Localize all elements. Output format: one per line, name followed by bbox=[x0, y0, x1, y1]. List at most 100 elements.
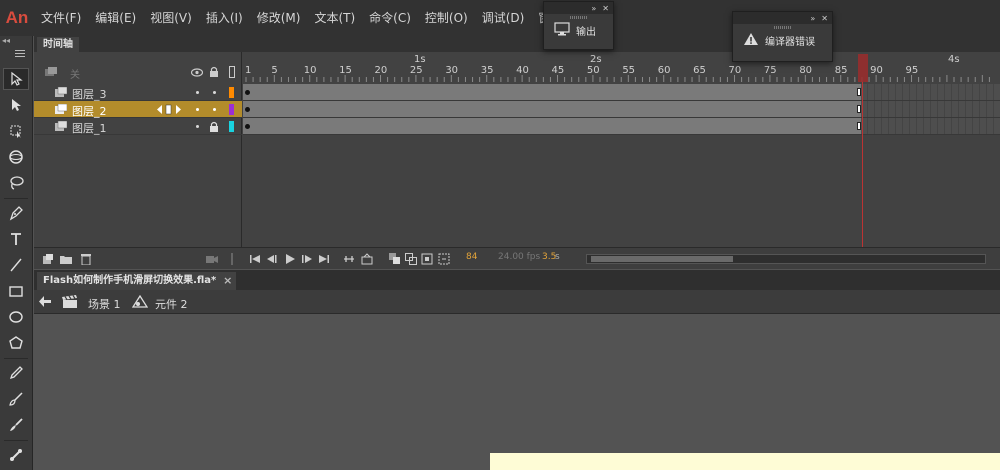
bone-tool-icon[interactable] bbox=[3, 444, 29, 466]
frame-span[interactable] bbox=[243, 84, 861, 100]
play-icon[interactable] bbox=[284, 253, 296, 265]
output-panel-header[interactable]: » ✕ bbox=[544, 2, 613, 14]
span-end-frame[interactable] bbox=[857, 122, 861, 130]
layer-color-swatch[interactable] bbox=[229, 121, 234, 132]
step-forward-icon[interactable] bbox=[301, 253, 313, 265]
layer-color-swatch[interactable] bbox=[229, 104, 234, 115]
layer-row[interactable]: 图层_3 bbox=[34, 84, 242, 101]
empty-frames[interactable] bbox=[861, 84, 1000, 100]
keyframe[interactable] bbox=[245, 107, 250, 112]
stage-canvas[interactable] bbox=[490, 453, 1000, 470]
layer-row[interactable]: 图层_1 bbox=[34, 118, 242, 135]
layer-row-selected[interactable]: 图层_2 bbox=[34, 101, 242, 118]
loop-icon[interactable] bbox=[343, 253, 355, 265]
frame-span[interactable] bbox=[243, 101, 861, 117]
modify-markers-icon[interactable] bbox=[438, 253, 450, 265]
back-arrow-icon[interactable] bbox=[39, 296, 51, 310]
polystar-tool-icon[interactable] bbox=[3, 332, 29, 354]
layer-name[interactable]: 图层_3 bbox=[72, 86, 107, 102]
playhead[interactable] bbox=[858, 54, 868, 82]
go-to-first-frame-icon[interactable] bbox=[249, 253, 261, 265]
keyframe[interactable] bbox=[245, 124, 250, 129]
span-end-frame[interactable] bbox=[857, 105, 861, 113]
camera-icon[interactable] bbox=[206, 253, 218, 265]
layer-name[interactable]: 图层_2 bbox=[72, 103, 107, 119]
keyframe[interactable] bbox=[245, 90, 250, 95]
oval-tool-icon[interactable] bbox=[3, 306, 29, 328]
pencil-tool-icon[interactable] bbox=[3, 362, 29, 384]
frame-row[interactable] bbox=[243, 101, 1000, 118]
panel-menu-icon[interactable] bbox=[0, 46, 32, 60]
close-icon[interactable]: ✕ bbox=[602, 4, 609, 13]
3d-rotation-tool-icon[interactable] bbox=[3, 146, 29, 168]
menu-modify[interactable]: 修改(M) bbox=[250, 0, 308, 36]
rectangle-tool-icon[interactable] bbox=[3, 280, 29, 302]
breadcrumb-scene[interactable]: 场景 1 bbox=[88, 296, 121, 312]
center-frame-icon[interactable] bbox=[361, 253, 373, 265]
menu-edit[interactable]: 编辑(E) bbox=[88, 0, 143, 36]
current-frame[interactable]: 84 bbox=[466, 252, 477, 262]
brush-tool-icon[interactable] bbox=[3, 414, 29, 436]
scrollbar-thumb[interactable] bbox=[591, 256, 733, 262]
onion-marker-left-icon[interactable] bbox=[156, 104, 182, 118]
close-icon[interactable]: × bbox=[223, 272, 232, 290]
menu-commands[interactable]: 命令(C) bbox=[362, 0, 418, 36]
layer-name[interactable]: 图层_1 bbox=[72, 120, 107, 136]
frame-row[interactable] bbox=[243, 118, 1000, 135]
edit-multiple-frames-icon[interactable] bbox=[421, 253, 433, 265]
close-icon[interactable]: ✕ bbox=[821, 14, 828, 23]
eye-icon[interactable] bbox=[190, 67, 204, 80]
visibility-dot[interactable] bbox=[196, 108, 199, 111]
lasso-tool-icon[interactable] bbox=[3, 172, 29, 194]
visibility-dot[interactable] bbox=[196, 125, 199, 128]
span-end-frame[interactable] bbox=[857, 88, 861, 96]
expand-icon[interactable]: » bbox=[591, 4, 596, 13]
menu-file[interactable]: 文件(F) bbox=[34, 0, 88, 36]
outline-icon[interactable] bbox=[229, 66, 235, 81]
onion-skin-outline-icon[interactable] bbox=[405, 253, 417, 265]
layer-color-swatch[interactable] bbox=[229, 87, 234, 98]
selection-tool-icon[interactable] bbox=[3, 68, 29, 90]
lock-dot[interactable] bbox=[213, 108, 216, 111]
compiler-panel-header[interactable]: » ✕ bbox=[733, 12, 832, 24]
lock-icon[interactable] bbox=[209, 121, 219, 135]
step-back-icon[interactable] bbox=[266, 253, 278, 265]
timeline-ruler[interactable]: 1s 2s 3s 4s 1510152025303540455055606570… bbox=[243, 52, 1000, 82]
menu-view[interactable]: 视图(V) bbox=[143, 0, 199, 36]
line-tool-icon[interactable] bbox=[3, 254, 29, 276]
timeline-scrollbar[interactable] bbox=[586, 254, 986, 264]
lock-dot[interactable] bbox=[213, 91, 216, 94]
compiler-errors-panel[interactable]: » ✕ 编译器错误 bbox=[732, 11, 833, 62]
pen-tool-icon[interactable] bbox=[3, 202, 29, 224]
tab-document[interactable]: Flash如何制作手机滑屏切换效果.fla* × bbox=[37, 272, 237, 290]
menu-control[interactable]: 控制(O) bbox=[418, 0, 475, 36]
expand-icon[interactable]: » bbox=[810, 14, 815, 23]
frame-span[interactable] bbox=[243, 118, 861, 134]
breadcrumb-symbol[interactable]: 元件 2 bbox=[155, 296, 188, 312]
empty-frames[interactable] bbox=[861, 101, 1000, 117]
onion-skin-icon[interactable] bbox=[389, 253, 401, 265]
frame-rate[interactable]: 24.00 fps bbox=[498, 252, 540, 262]
output-panel[interactable]: » ✕ 输出 bbox=[543, 1, 614, 50]
lock-icon[interactable] bbox=[209, 66, 219, 80]
paint-brush-tool-icon[interactable] bbox=[3, 388, 29, 410]
empty-frames[interactable] bbox=[861, 118, 1000, 134]
tab-timeline[interactable]: 时间轴 bbox=[37, 37, 79, 52]
menu-text[interactable]: 文本(T) bbox=[307, 0, 362, 36]
new-folder-icon[interactable] bbox=[60, 253, 72, 265]
frame-area[interactable]: 1s 2s 3s 4s 1510152025303540455055606570… bbox=[243, 52, 1000, 247]
free-transform-tool-icon[interactable] bbox=[3, 120, 29, 142]
new-layer-icon[interactable] bbox=[42, 253, 54, 265]
panel-grip[interactable] bbox=[773, 26, 792, 29]
frame-row[interactable] bbox=[243, 84, 1000, 101]
panel-grip[interactable] bbox=[569, 16, 588, 19]
menu-insert[interactable]: 插入(I) bbox=[199, 0, 250, 36]
go-to-last-frame-icon[interactable] bbox=[318, 253, 330, 265]
visibility-dot[interactable] bbox=[196, 91, 199, 94]
menu-debug[interactable]: 调试(D) bbox=[475, 0, 532, 36]
collapse-icon[interactable]: ◂◂ bbox=[0, 36, 32, 46]
trash-icon[interactable] bbox=[80, 253, 92, 266]
subselection-tool-icon[interactable] bbox=[3, 94, 29, 116]
text-tool-icon[interactable] bbox=[3, 228, 29, 250]
stage-area[interactable] bbox=[34, 315, 1000, 470]
